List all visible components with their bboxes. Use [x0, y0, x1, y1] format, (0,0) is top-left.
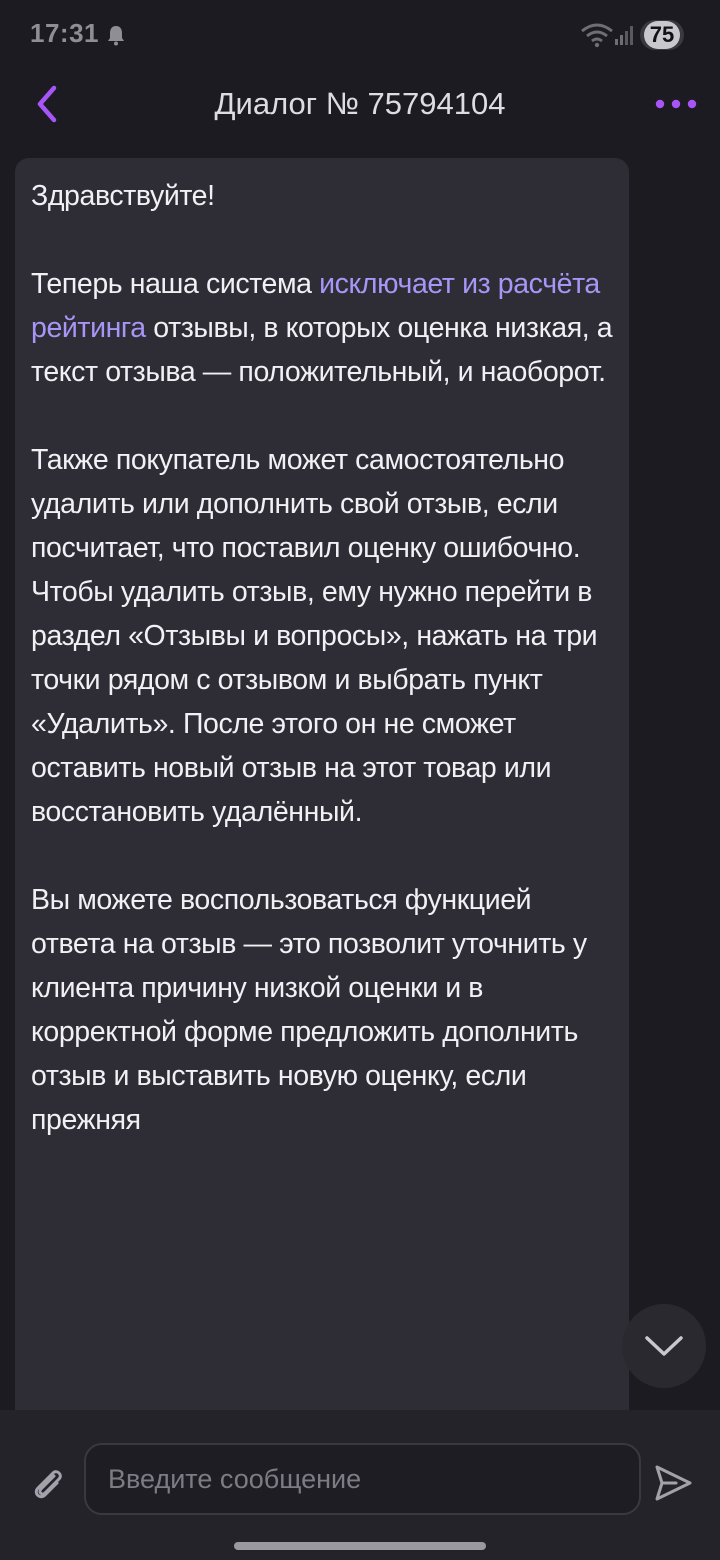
- send-icon: [655, 1465, 692, 1501]
- message-input[interactable]: [84, 1443, 641, 1515]
- incoming-message-bubble: Здравствуйте! Теперь наша система исключ…: [15, 158, 629, 1410]
- message-paragraph-2: Также покупатель может самостоятельно уд…: [31, 444, 598, 828]
- status-time: 17:31: [30, 18, 99, 48]
- more-dots-icon: [655, 99, 697, 109]
- battery-level: 75: [643, 21, 681, 49]
- battery-indicator: 75: [640, 20, 684, 50]
- scroll-to-bottom-button[interactable]: [622, 1304, 706, 1388]
- top-app-bar: Диалог № 75794104: [0, 68, 720, 140]
- attach-button[interactable]: [28, 1464, 68, 1504]
- chevron-down-icon: [645, 1336, 683, 1356]
- message-paragraph-1: Теперь наша система исключает из расчёта…: [31, 262, 613, 394]
- home-indicator[interactable]: [234, 1542, 486, 1550]
- message-composer: [0, 1410, 720, 1560]
- message-greeting: Здравствуйте!: [31, 180, 215, 212]
- paperclip-icon: [34, 1470, 62, 1499]
- back-button[interactable]: [26, 82, 70, 126]
- chevron-left-icon: [37, 85, 57, 123]
- send-button[interactable]: [652, 1462, 694, 1504]
- bell-icon: [108, 26, 124, 46]
- chat-screen: 17:31 75 Диалог № 75794104 Здравствуйте!…: [0, 0, 720, 1560]
- wifi-icon: [581, 23, 613, 48]
- message-text: Теперь наша система: [31, 268, 320, 300]
- signal-icon: [615, 26, 633, 45]
- message-list[interactable]: Здравствуйте! Теперь наша система исключ…: [0, 140, 720, 1410]
- message-paragraph-3: Вы можете воспользоваться функцией ответ…: [31, 884, 587, 1136]
- dialog-title: Диалог № 75794104: [214, 86, 506, 121]
- status-bar: 17:31 75: [0, 0, 720, 68]
- more-options-button[interactable]: [650, 88, 702, 120]
